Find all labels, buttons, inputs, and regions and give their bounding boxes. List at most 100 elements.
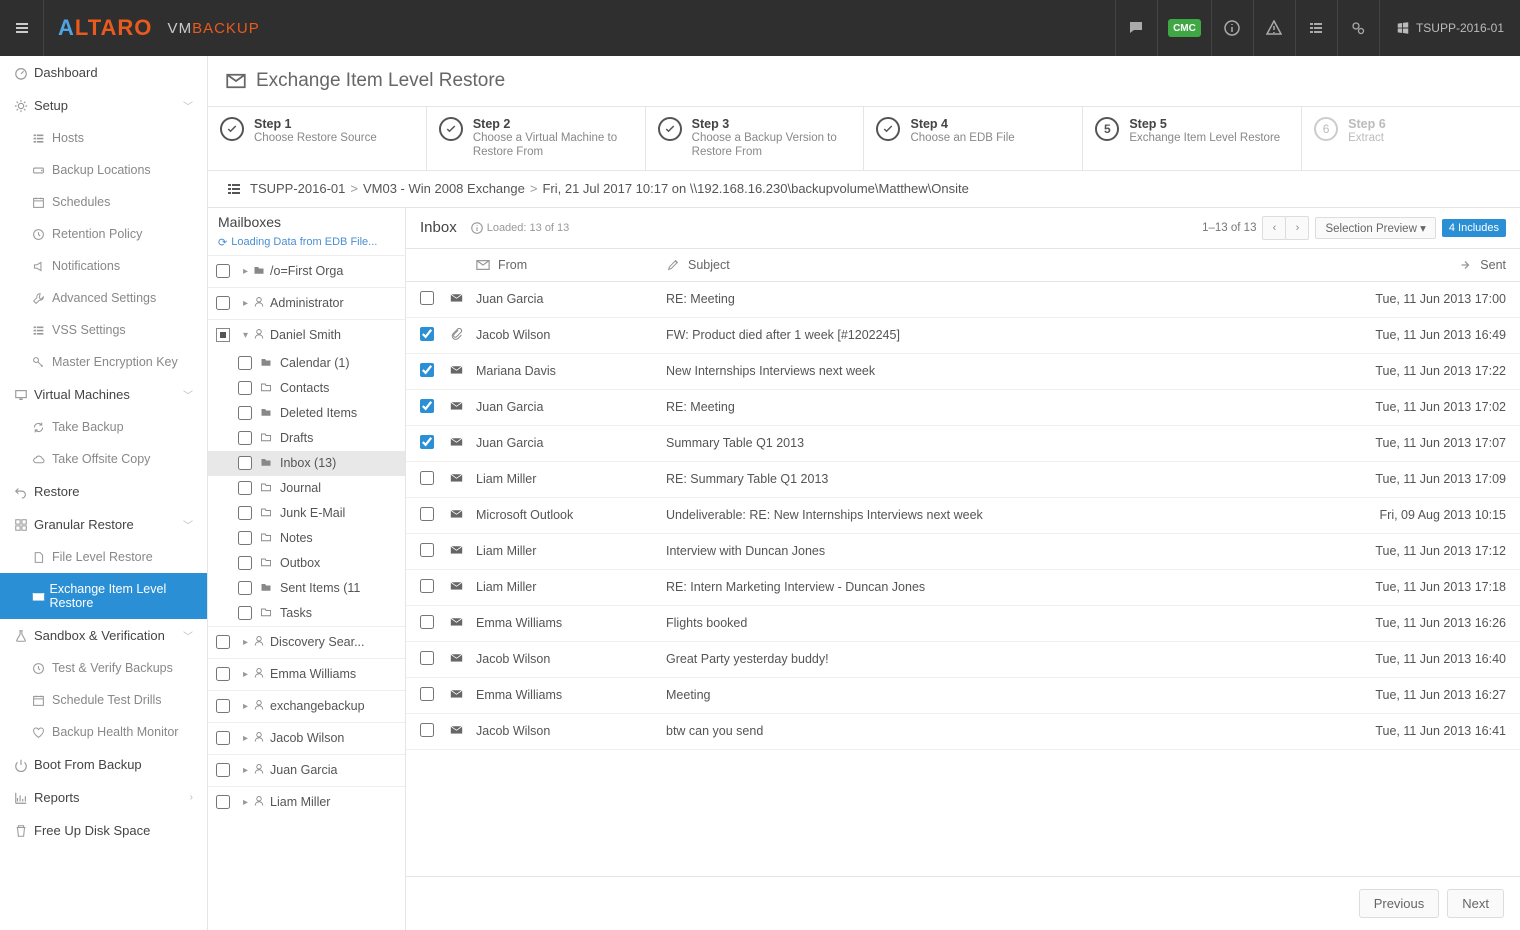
mail-checkbox[interactable] (420, 363, 434, 377)
sidebar-item-backup-locations[interactable]: Backup Locations (0, 154, 207, 186)
mailbox-row[interactable]: ▸exchangebackup (208, 690, 405, 722)
mail-row[interactable]: Emma WilliamsMeetingTue, 11 Jun 2013 16:… (406, 678, 1520, 714)
sidebar-item-boot[interactable]: Boot From Backup (0, 748, 207, 781)
mail-row[interactable]: Jacob WilsonGreat Party yesterday buddy!… (406, 642, 1520, 678)
mailbox-checkbox[interactable] (216, 763, 230, 777)
mail-checkbox[interactable] (420, 651, 434, 665)
folder-item[interactable]: Sent Items (11 (208, 576, 405, 601)
sidebar-item-file-level[interactable]: File Level Restore (0, 541, 207, 573)
chat-icon[interactable] (1115, 0, 1157, 56)
mail-checkbox[interactable] (420, 507, 434, 521)
mail-row[interactable]: Jacob WilsonFW: Product died after 1 wee… (406, 318, 1520, 354)
sidebar-item-test-verify[interactable]: Test & Verify Backups (0, 652, 207, 684)
mailbox-checkbox[interactable] (216, 296, 230, 310)
mailbox-checkbox[interactable] (216, 667, 230, 681)
mailbox-row[interactable]: ▸/o=First Orga (208, 255, 405, 287)
info-icon[interactable] (1211, 0, 1253, 56)
sidebar-item-schedule-drills[interactable]: Schedule Test Drills (0, 684, 207, 716)
step[interactable]: Step 1Choose Restore Source (208, 107, 427, 170)
warning-icon[interactable] (1253, 0, 1295, 56)
sidebar-item-vss[interactable]: VSS Settings (0, 314, 207, 346)
sidebar-item-hosts[interactable]: Hosts (0, 122, 207, 154)
folder-item[interactable]: Inbox (13) (208, 451, 405, 476)
page-prev-button[interactable]: ‹ (1262, 216, 1286, 240)
previous-button[interactable]: Previous (1359, 889, 1440, 918)
folder-item[interactable]: Outbox (208, 551, 405, 576)
mail-row[interactable]: Jacob Wilsonbtw can you sendTue, 11 Jun … (406, 714, 1520, 750)
mailbox-row[interactable]: ▾Daniel Smith (208, 319, 405, 351)
sidebar-item-setup[interactable]: Setup﹀ (0, 89, 207, 122)
mail-checkbox[interactable] (420, 291, 434, 305)
mailbox-checkbox[interactable] (216, 699, 230, 713)
sidebar-item-advanced[interactable]: Advanced Settings (0, 282, 207, 314)
sidebar-item-exchange-level[interactable]: Exchange Item Level Restore (0, 573, 207, 619)
sidebar-item-take-backup[interactable]: Take Backup (0, 411, 207, 443)
sidebar-item-notifications[interactable]: Notifications (0, 250, 207, 282)
folder-checkbox[interactable] (238, 506, 252, 520)
folder-checkbox[interactable] (238, 381, 252, 395)
folder-item[interactable]: Notes (208, 526, 405, 551)
mail-row[interactable]: Juan GarciaSummary Table Q1 2013Tue, 11 … (406, 426, 1520, 462)
sidebar-item-reports[interactable]: Reports› (0, 781, 207, 814)
mail-checkbox[interactable] (420, 615, 434, 629)
folder-item[interactable]: Junk E-Mail (208, 501, 405, 526)
sidebar-item-freeup[interactable]: Free Up Disk Space (0, 814, 207, 847)
mail-row[interactable]: Liam MillerRE: Summary Table Q1 2013Tue,… (406, 462, 1520, 498)
folder-checkbox[interactable] (238, 556, 252, 570)
folder-checkbox[interactable] (238, 606, 252, 620)
folder-checkbox[interactable] (238, 581, 252, 595)
sidebar-item-master-key[interactable]: Master Encryption Key (0, 346, 207, 378)
mailbox-row[interactable]: ▸Emma Williams (208, 658, 405, 690)
mail-checkbox[interactable] (420, 327, 434, 341)
sidebar-item-retention[interactable]: Retention Policy (0, 218, 207, 250)
mail-checkbox[interactable] (420, 543, 434, 557)
page-next-button[interactable]: › (1285, 216, 1309, 240)
mailbox-checkbox[interactable] (216, 264, 230, 278)
folder-checkbox[interactable] (238, 431, 252, 445)
folder-checkbox[interactable] (238, 481, 252, 495)
cmc-badge-wrap[interactable]: CMC (1157, 0, 1211, 56)
mail-row[interactable]: Liam MillerRE: Intern Marketing Intervie… (406, 570, 1520, 606)
folder-item[interactable]: Journal (208, 476, 405, 501)
settings-icon[interactable] (1337, 0, 1379, 56)
mail-row[interactable]: Microsoft OutlookUndeliverable: RE: New … (406, 498, 1520, 534)
folder-checkbox[interactable] (238, 531, 252, 545)
sidebar-item-granular[interactable]: Granular Restore﹀ (0, 508, 207, 541)
mail-checkbox[interactable] (420, 399, 434, 413)
mail-row[interactable]: Emma WilliamsFlights bookedTue, 11 Jun 2… (406, 606, 1520, 642)
mailbox-row[interactable]: ▸Juan Garcia (208, 754, 405, 786)
mail-checkbox[interactable] (420, 435, 434, 449)
mail-row[interactable]: Juan GarciaRE: MeetingTue, 11 Jun 2013 1… (406, 282, 1520, 318)
sidebar-item-vms[interactable]: Virtual Machines﹀ (0, 378, 207, 411)
sidebar-item-sandbox[interactable]: Sandbox & Verification﹀ (0, 619, 207, 652)
sidebar-item-schedules[interactable]: Schedules (0, 186, 207, 218)
breadcrumb-vm[interactable]: VM03 - Win 2008 Exchange (363, 181, 525, 196)
folder-item[interactable]: Contacts (208, 376, 405, 401)
mailbox-row[interactable]: ▸Discovery Sear... (208, 626, 405, 658)
mailbox-row[interactable]: ▸Jacob Wilson (208, 722, 405, 754)
mail-row[interactable]: Liam MillerInterview with Duncan JonesTu… (406, 534, 1520, 570)
list-icon[interactable] (1295, 0, 1337, 56)
mail-checkbox[interactable] (420, 723, 434, 737)
mail-row[interactable]: Mariana DavisNew Internships Interviews … (406, 354, 1520, 390)
folder-item[interactable]: Tasks (208, 601, 405, 626)
folder-checkbox[interactable] (238, 356, 252, 370)
mailbox-row[interactable]: ▸Administrator (208, 287, 405, 319)
sidebar-item-offsite[interactable]: Take Offsite Copy (0, 443, 207, 475)
next-button[interactable]: Next (1447, 889, 1504, 918)
folder-checkbox[interactable] (238, 456, 252, 470)
mail-checkbox[interactable] (420, 579, 434, 593)
sidebar-item-restore[interactable]: Restore (0, 475, 207, 508)
folder-item[interactable]: Calendar (1) (208, 351, 405, 376)
step[interactable]: Step 4Choose an EDB File (864, 107, 1083, 170)
mailbox-checkbox[interactable] (216, 635, 230, 649)
step[interactable]: Step 2Choose a Virtual Machine to Restor… (427, 107, 646, 170)
sidebar-item-health[interactable]: Backup Health Monitor (0, 716, 207, 748)
server-label[interactable]: TSUPP-2016-01 (1379, 0, 1520, 56)
step[interactable]: Step 3Choose a Backup Version to Restore… (646, 107, 865, 170)
sidebar-item-dashboard[interactable]: Dashboard (0, 56, 207, 89)
mail-checkbox[interactable] (420, 687, 434, 701)
mailbox-row[interactable]: ▸Liam Miller (208, 786, 405, 818)
folder-item[interactable]: Drafts (208, 426, 405, 451)
folder-item[interactable]: Deleted Items (208, 401, 405, 426)
